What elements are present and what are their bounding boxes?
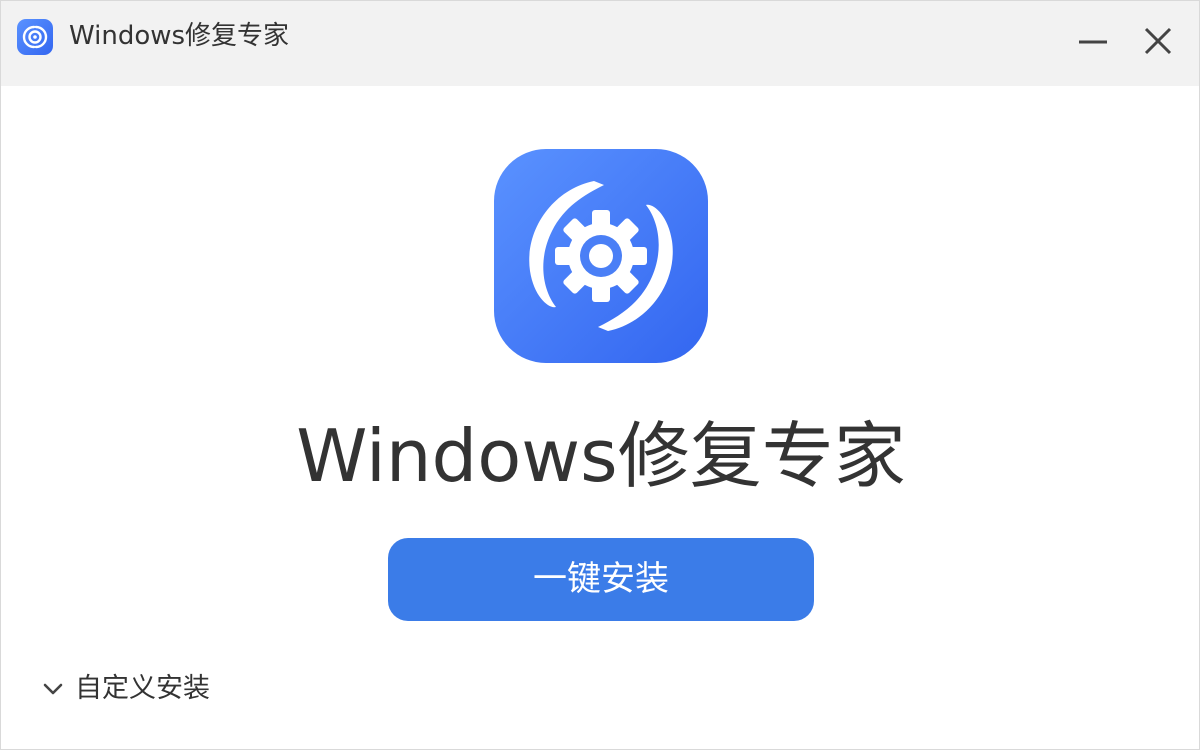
one-click-install-button[interactable]: 一键安装 bbox=[388, 538, 814, 621]
minimize-button[interactable] bbox=[1073, 21, 1113, 61]
app-gear-icon bbox=[17, 19, 53, 55]
close-button[interactable] bbox=[1138, 21, 1178, 61]
repair-gear-logo-icon bbox=[494, 149, 708, 363]
title-bar[interactable]: Windows修复专家 bbox=[1, 1, 1199, 86]
window-title: Windows修复专家 bbox=[69, 21, 290, 51]
custom-install-label: 自定义安装 bbox=[75, 673, 210, 704]
close-icon bbox=[1144, 27, 1172, 55]
minimize-icon bbox=[1079, 40, 1107, 44]
chevron-down-icon bbox=[39, 675, 67, 703]
custom-install-toggle[interactable]: 自定义安装 bbox=[39, 669, 210, 709]
app-name: Windows修复专家 bbox=[296, 414, 906, 498]
installer-window: Windows修复专家 Windows修复专家 一键安装 自定义安装 bbox=[0, 0, 1200, 750]
